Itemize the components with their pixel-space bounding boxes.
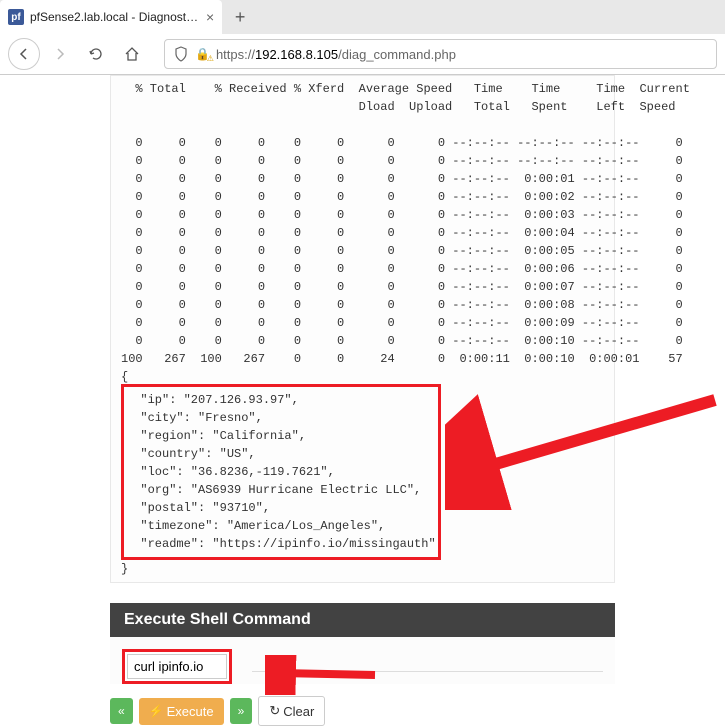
page-content: % Total % Received % Xferd Average Speed… [0, 75, 725, 726]
execute-button[interactable]: ⚡ Execute [139, 698, 224, 725]
command-input[interactable] [127, 654, 227, 679]
command-input-highlight [122, 649, 232, 684]
back-button[interactable] [8, 38, 40, 70]
output-container: % Total % Received % Xferd Average Speed… [110, 75, 615, 583]
arrow-left-icon [16, 46, 32, 62]
tab-bar: pf pfSense2.lab.local - Diagnostics × + [0, 0, 725, 34]
url-bar[interactable]: 🔒 ⚠ https://192.168.8.105/diag_command.p… [164, 39, 717, 69]
command-output: % Total % Received % Xferd Average Speed… [110, 75, 615, 583]
home-button[interactable] [116, 38, 148, 70]
command-area [110, 637, 615, 684]
new-tab-button[interactable]: + [226, 3, 254, 31]
home-icon [124, 46, 140, 62]
button-row: « ⚡ Execute » ↻ Clear [110, 696, 615, 726]
input-underline [252, 671, 603, 672]
tab-favicon: pf [8, 9, 24, 25]
undo-icon: ↻ [269, 703, 280, 719]
browser-tab[interactable]: pf pfSense2.lab.local - Diagnostics × [0, 0, 222, 34]
close-icon[interactable]: × [206, 9, 214, 25]
forward-button[interactable] [44, 38, 76, 70]
nav-bar: 🔒 ⚠ https://192.168.8.105/diag_command.p… [0, 34, 725, 74]
execute-label: Execute [167, 704, 214, 719]
clear-button[interactable]: ↻ Clear [258, 696, 325, 726]
tab-title: pfSense2.lab.local - Diagnostics [30, 10, 200, 24]
shield-icon [173, 46, 189, 62]
bolt-icon: ⚡ [149, 704, 164, 718]
clear-label: Clear [283, 704, 314, 719]
history-next-button[interactable]: » [230, 698, 253, 724]
url-text: https://192.168.8.105/diag_command.php [216, 47, 708, 62]
reload-icon [88, 46, 104, 62]
json-highlight-box: "ip": "207.126.93.97", "city": "Fresno",… [121, 384, 441, 560]
lock-container: 🔒 ⚠ [195, 47, 210, 61]
arrow-right-icon [52, 46, 68, 62]
history-prev-button[interactable]: « [110, 698, 133, 724]
section-header: Execute Shell Command [110, 603, 615, 637]
reload-button[interactable] [80, 38, 112, 70]
browser-chrome: pf pfSense2.lab.local - Diagnostics × + … [0, 0, 725, 75]
warning-icon: ⚠ [207, 54, 214, 63]
